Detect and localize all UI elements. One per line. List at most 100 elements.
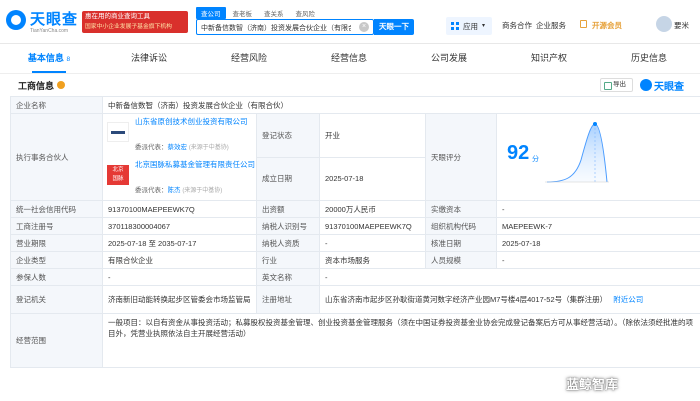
tax-quality-value: - — [319, 234, 426, 252]
vip-link[interactable]: 开源会员 — [592, 20, 622, 31]
search-input[interactable]: 中新备信数智（济南）投资发展合伙企业（有限合伙） × — [196, 19, 374, 35]
search-button[interactable]: 天眼一下 — [374, 19, 414, 35]
status-label: 登记状态 — [256, 113, 320, 158]
partner-logo — [107, 122, 129, 142]
tab-risk[interactable]: 经营风险 — [200, 44, 298, 74]
address-value: 山东省济南市起步区孙耿街道黄河数字经济产业园M7号楼4层4017-52号（集群注… — [325, 295, 608, 304]
partner-name-link[interactable]: 北京国脉私募基金管理有限责任公司 — [135, 160, 256, 170]
address-label: 注册地址 — [256, 285, 320, 314]
tab-basic-info[interactable]: 基本信息 8 — [0, 44, 98, 74]
section-title: 工商信息 — [18, 81, 55, 91]
app-menu-label: 应用 — [463, 22, 478, 31]
partner-rep-name[interactable]: 陈杰 — [168, 187, 181, 194]
score-cell[interactable]: 92 分 — [495, 113, 700, 201]
tab-ip[interactable]: 知识产权 — [500, 44, 598, 74]
company-name-value: 中新备信数智（济南）投资发展合伙企业（有限合伙） — [101, 96, 700, 114]
insured-value: - — [102, 268, 257, 286]
brand-text: 天眼查 — [654, 82, 684, 93]
clear-icon[interactable]: × — [359, 22, 369, 32]
app-menu-button[interactable]: 应用 ▾ — [446, 17, 492, 35]
user-name[interactable]: 要米 — [674, 20, 689, 31]
avatar[interactable] — [656, 16, 672, 32]
taxpayer-value: 91370100MAEPEEWK7Q — [319, 217, 426, 235]
tax-quality-label: 纳税人资质 — [256, 234, 320, 252]
search-tab-risk[interactable]: 查风险 — [291, 7, 321, 19]
english-name-value: - — [318, 268, 700, 286]
search-tab-company[interactable]: 查公司 — [196, 7, 226, 19]
taxpayer-label: 纳税人识别号 — [256, 217, 320, 235]
english-name-label: 英文名称 — [256, 268, 320, 286]
promo-banner[interactable]: 惠在用的商业查询工具 国家中小企业发展子基金旗下机构 — [82, 11, 188, 33]
grid-icon — [451, 22, 459, 30]
scope-value: 一般项目：以自有资金从事投资活动；私募股权投资基金管理、创业投资基金管理服务（须… — [101, 313, 700, 368]
nearby-companies-link[interactable]: 附近公司 — [613, 295, 643, 304]
founded-value: 2025-07-18 — [319, 156, 426, 201]
paid-capital-label: 实缴资本 — [425, 200, 497, 218]
partner-rep: 委派代表：蔡效宏 (来源于中基协) — [135, 144, 229, 151]
staff-label: 人员规模 — [425, 251, 497, 269]
partner-item: 北京 国脉 北京国脉私募基金管理有限责任公司 委派代表：陈杰 (来源于中基协) — [107, 157, 255, 200]
search-tab-boss[interactable]: 查老板 — [228, 7, 258, 19]
top-header: 天眼查 TianYanCha.com 惠在用的商业查询工具 国家中小企业发展子基… — [0, 0, 700, 44]
export-button[interactable]: 导出 — [600, 78, 633, 92]
partner-label: 执行事务合伙人 — [10, 113, 103, 201]
industry-value: 资本市场服务 — [319, 251, 426, 269]
nav-business-cooperation[interactable]: 商务合作 — [502, 20, 532, 31]
score-distribution-icon — [545, 122, 609, 183]
vip-lock-icon — [580, 20, 587, 28]
score-value: 92 — [507, 142, 530, 164]
authority-label: 登记机关 — [10, 285, 103, 314]
tab-legal[interactable]: 法律诉讼 — [100, 44, 198, 74]
eye-logo-icon — [640, 79, 652, 91]
tab-history[interactable]: 历史信息 — [600, 44, 698, 74]
type-value: 有限合伙企业 — [102, 251, 257, 269]
industry-label: 行业 — [256, 251, 320, 269]
eye-logo-icon — [6, 10, 26, 30]
tianyancha-logo[interactable]: 天眼查 TianYanCha.com — [6, 8, 82, 36]
score-unit: 分 — [532, 156, 539, 163]
status-value: 开业 — [319, 113, 426, 158]
tab-operation[interactable]: 经营信息 — [300, 44, 398, 74]
partner-item: 山东省原创技术创业投资有限公司 委派代表：蔡效宏 (来源于中基协) — [107, 115, 252, 158]
nav-enterprise-service[interactable]: 企业服务 — [536, 20, 566, 31]
detail-tabs: 基本信息 8 法律诉讼 经营风险 经营信息 公司发展 知识产权 历史信息 — [0, 44, 700, 74]
logo-url: TianYanCha.com — [30, 28, 69, 34]
staff-value: - — [495, 251, 700, 269]
tab-count-badge: 8 — [66, 56, 71, 63]
partner-rep-name[interactable]: 蔡效宏 — [168, 144, 188, 151]
promo-line-1: 惠在用的商业查询工具 — [85, 13, 150, 20]
term-value: 2025-07-18 至 2035-07-17 — [102, 234, 257, 252]
partner-name-link[interactable]: 山东省原创技术创业投资有限公司 — [135, 117, 256, 127]
reg-no-value: 370118300004067 — [102, 217, 257, 235]
search-tab-relation[interactable]: 查关系 — [259, 7, 289, 19]
info-dot-icon[interactable] — [57, 81, 65, 89]
authority-value: 济南新旧动能转换起步区管委会市场监管局 — [102, 285, 257, 314]
watermark: 蓝鲸智库 — [566, 377, 619, 392]
insured-label: 参保人数 — [10, 268, 103, 286]
search-type-tabs: 查公司 查老板 查关系 查风险 — [196, 7, 322, 19]
term-label: 营业期限 — [10, 234, 103, 252]
chevron-down-icon: ▾ — [482, 23, 486, 29]
business-info-table: 企业名称 中新备信数智（济南）投资发展合伙企业（有限合伙） 执行事务合伙人 山东… — [10, 96, 700, 368]
credit-code-value: 91370100MAEPEEWK7Q — [102, 200, 257, 218]
type-label: 企业类型 — [10, 251, 103, 269]
capital-label: 出资额 — [256, 200, 320, 218]
capital-value: 20000万人民币 — [319, 200, 426, 218]
score-label: 天眼评分 — [425, 113, 497, 201]
credit-code-label: 统一社会信用代码 — [10, 200, 103, 218]
reg-no-label: 工商注册号 — [10, 217, 103, 235]
org-code-label: 组织机构代码 — [425, 217, 497, 235]
score-widget: 92 分 — [498, 115, 700, 200]
approval-label: 核准日期 — [425, 234, 497, 252]
partner-rep: 委派代表：陈杰 (来源于中基协) — [135, 187, 223, 194]
founded-label: 成立日期 — [256, 156, 320, 201]
search-input-value: 中新备信数智（济南）投资发展合伙企业（有限合伙） — [201, 25, 351, 32]
tianyancha-brand: 天眼查 — [640, 76, 696, 94]
section-header: 工商信息 导出 天眼查 — [0, 74, 700, 96]
tab-development[interactable]: 公司发展 — [400, 44, 498, 74]
address-cell: 山东省济南市起步区孙耿街道黄河数字经济产业园M7号楼4层4017-52号（集群注… — [318, 285, 700, 314]
logo-text: 天眼查 — [30, 11, 79, 28]
partner-cell: 山东省原创技术创业投资有限公司 委派代表：蔡效宏 (来源于中基协) 北京 国脉 北… — [102, 113, 257, 201]
paid-capital-value: - — [495, 200, 700, 218]
partner-logo: 北京 国脉 — [107, 165, 129, 185]
